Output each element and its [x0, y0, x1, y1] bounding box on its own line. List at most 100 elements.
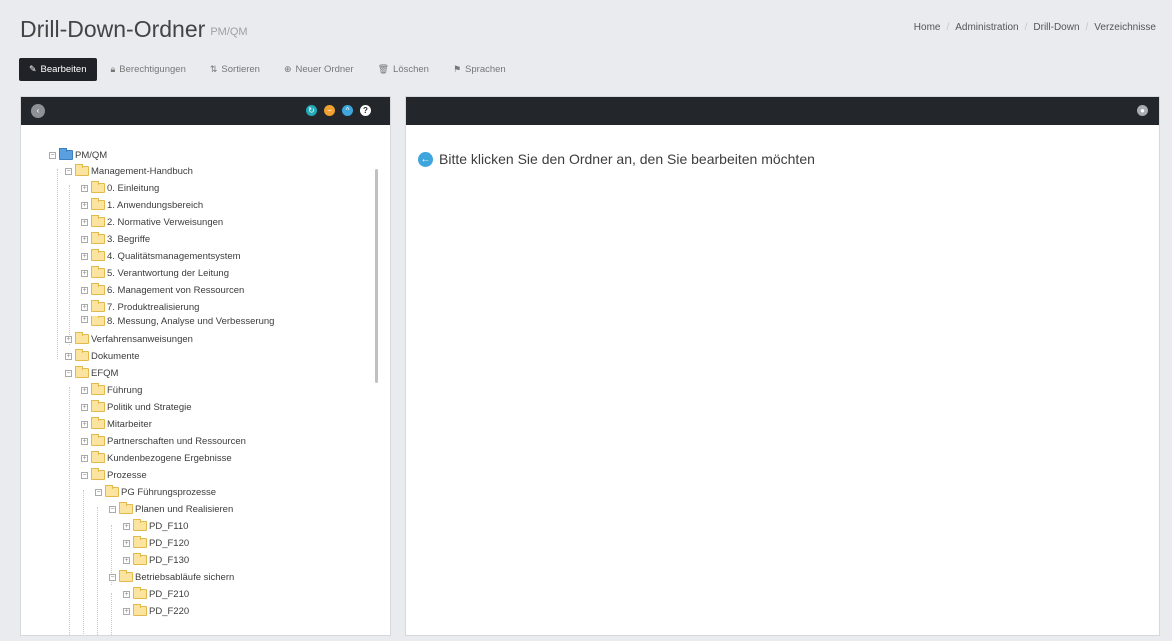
- tree-node[interactable]: − Management-Handbuch: [65, 163, 193, 179]
- tree-node[interactable]: + 2. Normative Verweisungen: [81, 214, 223, 230]
- edit-button[interactable]: ✎ Bearbeiten: [19, 58, 97, 81]
- tree-scrollbar[interactable]: [375, 169, 378, 383]
- tree-toggle[interactable]: +: [81, 316, 88, 323]
- folder-editor-panel: ● ← Bitte klicken Sie den Ordner an, den…: [405, 96, 1160, 636]
- sort-button[interactable]: ⇅ Sortieren: [200, 58, 270, 81]
- folder-icon: [75, 349, 89, 361]
- tree-node[interactable]: − Betriebsabläufe sichern: [109, 569, 234, 585]
- tree-node[interactable]: + 6. Management von Ressourcen: [81, 282, 244, 298]
- page-header: Drill-Down-Ordner PM/QM Home / Administrat…: [0, 0, 1172, 50]
- tree-node[interactable]: + 4. Qualitätsmanagementsystem: [81, 248, 241, 264]
- collapse-icon[interactable]: −: [324, 105, 335, 116]
- tree-toggle[interactable]: +: [81, 252, 88, 260]
- tree-node[interactable]: + Kundenbezogene Ergebnisse: [81, 450, 232, 466]
- tree-node[interactable]: + PD_F210: [123, 586, 189, 602]
- tree-toggle[interactable]: +: [81, 235, 88, 243]
- tree-toggle[interactable]: +: [81, 403, 88, 411]
- tree-toggle[interactable]: −: [95, 488, 102, 496]
- settings-icon[interactable]: ●: [1137, 105, 1148, 116]
- tree-node-label: PD_F120: [149, 537, 190, 549]
- folder-icon: [59, 148, 73, 160]
- tree-toggle[interactable]: +: [123, 522, 130, 530]
- tree-node[interactable]: + Führung: [81, 382, 142, 398]
- folder-tree: − PM/QM − Management-Handbuch + 0. Einle…: [21, 125, 390, 635]
- tree-toggle[interactable]: +: [123, 607, 130, 615]
- new-folder-button[interactable]: ⊕ Neuer Ordner: [274, 58, 364, 81]
- tree-node[interactable]: + PD_F120: [123, 535, 189, 551]
- tree-toggle[interactable]: −: [65, 369, 72, 377]
- tree-toggle[interactable]: +: [81, 184, 88, 192]
- tree-node[interactable]: + Dokumente: [65, 348, 140, 364]
- tree-node[interactable]: + PD_F130: [123, 552, 189, 568]
- tree-toggle[interactable]: −: [49, 151, 56, 159]
- folder-icon: [91, 316, 105, 326]
- tree-node[interactable]: − PG Führungsprozesse: [95, 484, 216, 500]
- tree-node-label: Dokumente: [91, 350, 140, 362]
- tree-node[interactable]: + 1. Anwendungsbereich: [81, 197, 203, 213]
- tree-node[interactable]: − EFQM: [65, 365, 118, 381]
- tree-toggle[interactable]: +: [81, 454, 88, 462]
- tree-toggle[interactable]: +: [81, 420, 88, 428]
- tree-toggle[interactable]: +: [81, 386, 88, 394]
- breadcrumb-directories: Verzeichnisse: [1094, 22, 1156, 33]
- tree-node[interactable]: + 3. Begriffe: [81, 231, 150, 247]
- tree-toggle[interactable]: +: [81, 437, 88, 445]
- plus-circle-icon: ⊕: [283, 64, 292, 74]
- refresh-icon[interactable]: ↻: [306, 105, 317, 116]
- tree-node-label: EFQM: [91, 367, 119, 379]
- delete-button[interactable]: 🗑︎ Löschen: [368, 58, 439, 81]
- tree-node[interactable]: + PD_F220: [123, 603, 189, 619]
- tree-toggle[interactable]: +: [65, 352, 72, 360]
- tree-node-root[interactable]: − PM/QM: [49, 147, 107, 163]
- help-icon[interactable]: ?: [360, 105, 371, 116]
- tree-node-label: Mitarbeiter: [107, 418, 152, 430]
- tree-node-label: PD_F110: [149, 520, 189, 532]
- instruction-text: Bitte klicken Sie den Ordner an, den Sie…: [439, 151, 815, 167]
- tree-node[interactable]: + Partnerschaften und Ressourcen: [81, 433, 246, 449]
- tree-toggle[interactable]: +: [123, 590, 130, 598]
- tree-toggle[interactable]: +: [123, 556, 130, 564]
- breadcrumb-drill-down[interactable]: Drill-Down: [1027, 22, 1085, 33]
- tree-toggle[interactable]: +: [81, 218, 88, 226]
- tree-node[interactable]: − Planen und Realisieren: [109, 501, 233, 517]
- new-folder-button-label: Neuer Ordner: [295, 64, 354, 75]
- expand-icon[interactable]: ^: [342, 105, 353, 116]
- folder-icon: [75, 164, 89, 176]
- folder-icon: [91, 434, 105, 446]
- tree-node[interactable]: + 0. Einleitung: [81, 180, 159, 196]
- tree-guide-line: [111, 593, 112, 635]
- breadcrumb-home[interactable]: Home: [908, 22, 947, 33]
- tree-toggle[interactable]: −: [109, 505, 116, 513]
- tree-toggle[interactable]: −: [109, 573, 116, 581]
- toolbar: ✎ Bearbeiten 🔒︎ Berechtigungen ⇅ Sortier…: [19, 58, 520, 81]
- tree-toggle[interactable]: +: [65, 335, 72, 343]
- languages-button[interactable]: ⚑ Sprachen: [443, 58, 516, 81]
- tree-toggle[interactable]: −: [81, 471, 88, 479]
- sort-button-label: Sortieren: [221, 64, 260, 75]
- tree-toggle[interactable]: +: [123, 539, 130, 547]
- tree-node-label: Kundenbezogene Ergebnisse: [107, 452, 232, 464]
- back-icon[interactable]: ‹: [31, 104, 45, 118]
- tree-toggle[interactable]: +: [81, 286, 88, 294]
- tree-node[interactable]: + Mitarbeiter: [81, 416, 152, 432]
- breadcrumb-administration[interactable]: Administration: [949, 22, 1024, 33]
- tree-node-label: Prozesse: [107, 469, 147, 481]
- folder-icon: [119, 502, 133, 514]
- tree-toggle[interactable]: −: [65, 167, 72, 175]
- tree-toggle[interactable]: +: [81, 201, 88, 209]
- tree-node-label: 8. Messung, Analyse und Verbesserung: [107, 316, 275, 326]
- tree-node[interactable]: + 8. Messung, Analyse und Verbesserung: [81, 316, 274, 326]
- tree-node[interactable]: + 7. Produktrealisierung: [81, 299, 199, 315]
- tree-node-label: PD_F130: [149, 554, 190, 566]
- tree-toggle[interactable]: +: [81, 303, 88, 311]
- tree-toggle[interactable]: +: [81, 269, 88, 277]
- arrow-left-circle-icon: ←: [418, 151, 433, 167]
- tree-node[interactable]: + Verfahrensanweisungen: [65, 331, 193, 347]
- permissions-button[interactable]: 🔒︎ Berechtigungen: [101, 58, 196, 81]
- tree-node[interactable]: + 5. Verantwortung der Leitung: [81, 265, 229, 281]
- delete-button-label: Löschen: [393, 64, 429, 75]
- tree-node[interactable]: + Politik und Strategie: [81, 399, 192, 415]
- tree-node-label: 3. Begriffe: [107, 233, 151, 245]
- tree-node[interactable]: + PD_F110: [123, 518, 188, 534]
- tree-node[interactable]: − Prozesse: [81, 467, 147, 483]
